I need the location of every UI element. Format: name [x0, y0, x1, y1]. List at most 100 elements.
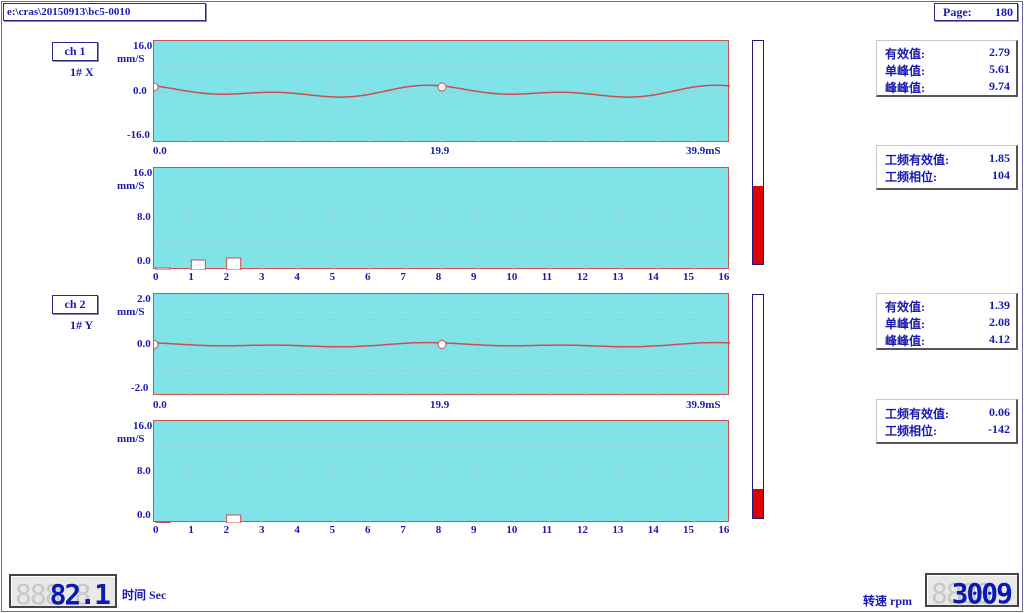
ch1-wave-xstart: 0.0 — [153, 145, 167, 157]
ch1-spectrum-xaxis: 0 1 2 3 4 5 6 7 8 9 10 11 12 13 14 15 16 — [153, 271, 729, 285]
ch2-wave-ymid: 0.0 — [137, 338, 151, 350]
ch1-wave-cursor-0 — [154, 82, 159, 92]
ch1-wave-xmid: 19.9 — [430, 145, 450, 157]
spectrum-xtick: 5 — [329, 271, 336, 283]
ch2-spec-ymid: 8.0 — [137, 465, 151, 477]
ch2-wave-xend: 39.9mS — [686, 399, 721, 411]
ch2-spectrum-plot[interactable] — [153, 420, 730, 523]
ch2-wave-ytop: 2.0 — [137, 293, 151, 305]
ch2-wave-ybottom: -2.0 — [131, 382, 149, 394]
ch1-spectrum-plot[interactable] — [153, 167, 730, 270]
spectrum-xtick: 0 — [153, 524, 159, 536]
ch2-stat-rms: 有效值: 1.39 — [885, 298, 1010, 314]
speed-label: 转速 rpm — [863, 594, 912, 608]
spectrum-xtick: 9 — [471, 524, 477, 536]
ch2-spec-bar — [155, 521, 171, 523]
spectrum-xtick: 10 — [506, 524, 518, 536]
ch1-spec-bar — [190, 259, 206, 270]
spectrum-xtick: 7 — [400, 524, 406, 536]
spectrum-xtick: 3 — [259, 524, 265, 536]
spectrum-xtick: 16 — [718, 524, 730, 536]
spectrum-xtick: 5 — [329, 524, 336, 536]
file-path: e:\cras\20150913\bc5-0010 — [3, 3, 206, 21]
speed-value: 3009 — [951, 577, 1013, 610]
ch1-spec-yunit: mm/S — [117, 180, 145, 192]
ch1-spec-ybottom: 0.0 — [137, 255, 151, 267]
ch2-power-rms: 工频有效值: 0.06 — [885, 405, 1010, 421]
speed-display: 8888 3009 — [925, 573, 1019, 610]
spectrum-xtick: 4 — [294, 271, 300, 283]
ch1-spec-ytop: 16.0 — [133, 167, 153, 179]
ch1-power-phase: 工频相位: 104 — [885, 168, 1010, 184]
spectrum-xtick: 6 — [365, 524, 371, 536]
ch1-stat-rms: 有效值: 2.79 — [885, 45, 1010, 61]
ch1-power-panel: 工频有效值: 1.85 工频相位: 104 — [876, 145, 1018, 190]
spectrum-xtick: 13 — [612, 271, 624, 283]
ch2-wave-cursor-0 — [154, 340, 159, 349]
channel-1-sensor: 1# X — [70, 65, 94, 79]
ch1-power-rms: 工频有效值: 1.85 — [885, 151, 1010, 167]
ch2-spec-yunit: mm/S — [117, 433, 145, 445]
spectrum-xtick: 13 — [612, 524, 624, 536]
spectrum-xtick: 12 — [577, 271, 589, 283]
ch2-level-meter — [752, 294, 764, 519]
spectrum-xtick: 2 — [223, 271, 230, 283]
time-display: 888.8 82.1 — [9, 574, 117, 611]
ch1-waveform-plot[interactable] — [153, 40, 730, 143]
spectrum-xtick: 0 — [153, 271, 159, 283]
spectrum-xtick: 15 — [683, 271, 695, 283]
channel-2-sensor: 1# Y — [70, 318, 94, 332]
ch1-wave-cursor-1 — [437, 82, 447, 92]
ch2-spec-ybottom: 0.0 — [137, 509, 151, 521]
ch1-wave-ytop: 16.0 — [133, 40, 153, 52]
ch1-level-fill — [753, 185, 763, 264]
spectrum-xtick: 16 — [718, 271, 730, 283]
spectrum-xtick: 12 — [577, 524, 589, 536]
ch1-spec-bar — [155, 267, 171, 270]
ch1-level-meter — [752, 40, 764, 265]
spectrum-xtick: 10 — [506, 271, 518, 283]
spectrum-xtick: 14 — [647, 271, 659, 283]
ch2-spec-bar — [226, 514, 242, 523]
ch2-stat-peak-to-peak: 峰峰值: 4.12 — [885, 332, 1010, 348]
ch1-spec-bar — [226, 257, 242, 270]
spectrum-xtick: 3 — [259, 271, 265, 283]
spectrum-xtick: 1 — [188, 524, 194, 536]
page-number: 180 — [995, 5, 1013, 19]
channel-2-label: ch 2 — [52, 295, 98, 314]
time-label: 时间 Sec — [122, 588, 167, 602]
ch2-stats-panel: 有效值: 1.39 单峰值: 2.08 峰峰值: 4.12 — [876, 293, 1018, 350]
ch1-wave-ymid: 0.0 — [133, 85, 147, 97]
ch1-stat-peak-to-peak: 峰峰值: 9.74 — [885, 79, 1010, 95]
spectrum-xtick: 1 — [188, 271, 194, 283]
spectrum-xtick: 11 — [541, 271, 553, 283]
page-label: Page: — [943, 5, 972, 19]
spectrum-xtick: 11 — [541, 524, 553, 536]
spectrum-xtick: 15 — [683, 524, 695, 536]
ch2-waveform-plot[interactable] — [153, 293, 730, 396]
ch2-spec-ytop: 16.0 — [133, 420, 153, 432]
ch1-stat-peak: 单峰值: 5.61 — [885, 62, 1010, 78]
channel-1-label: ch 1 — [52, 42, 98, 61]
ch2-wave-cursor-1 — [437, 340, 447, 349]
time-value: 82.1 — [49, 578, 111, 611]
ch2-spectrum-xaxis: 0 1 2 3 4 5 6 7 8 9 10 11 12 13 14 15 16 — [153, 524, 729, 538]
ch2-wave-yunit: mm/S — [117, 306, 145, 318]
page-indicator: Page: 180 — [934, 3, 1018, 21]
spectrum-xtick: 9 — [471, 271, 477, 283]
ch2-power-phase: 工频相位: -142 — [885, 422, 1010, 438]
ch2-level-fill — [753, 489, 763, 518]
ch1-stats-panel: 有效值: 2.79 单峰值: 5.61 峰峰值: 9.74 — [876, 40, 1018, 97]
ch1-spec-ymid: 8.0 — [137, 211, 151, 223]
ch2-wave-xmid: 19.9 — [430, 399, 450, 411]
ch1-wave-ybottom: -16.0 — [127, 129, 150, 141]
ch2-power-panel: 工频有效值: 0.06 工频相位: -142 — [876, 399, 1018, 444]
spectrum-xtick: 7 — [400, 271, 406, 283]
ch1-wave-yunit: mm/S — [117, 53, 145, 65]
spectrum-xtick: 8 — [435, 271, 442, 283]
ch2-stat-peak: 单峰值: 2.08 — [885, 315, 1010, 331]
spectrum-xtick: 6 — [365, 271, 371, 283]
spectrum-xtick: 2 — [223, 524, 230, 536]
ch2-wave-xstart: 0.0 — [153, 399, 167, 411]
spectrum-xtick: 4 — [294, 524, 300, 536]
